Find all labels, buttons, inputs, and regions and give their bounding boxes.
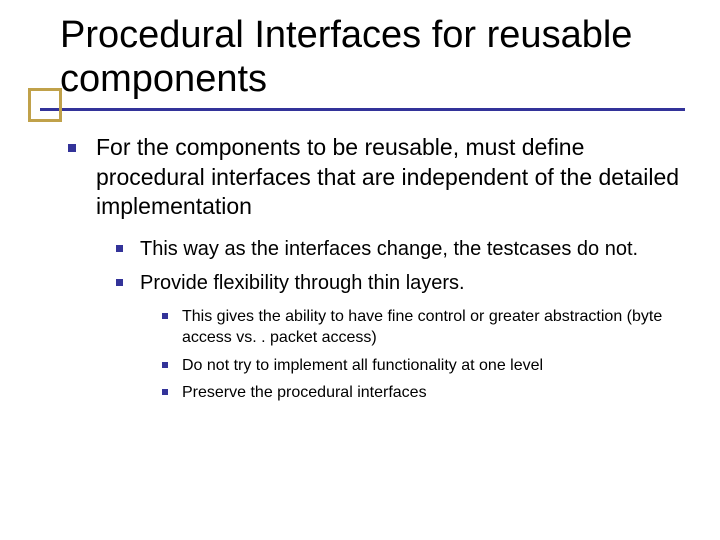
slide-title: Procedural Interfaces for reusable compo… — [60, 14, 690, 101]
bullet-list-level1: For the components to be reusable, must … — [68, 133, 680, 404]
list-item: This gives the ability to have fine cont… — [162, 306, 680, 349]
bullet-text: Do not try to implement all functionalit… — [182, 357, 543, 374]
list-item: Provide flexibility through thin layers.… — [116, 270, 680, 404]
list-item: Preserve the procedural interfaces — [162, 382, 680, 404]
title-block: Procedural Interfaces for reusable compo… — [0, 0, 720, 101]
square-bullet-icon — [162, 313, 168, 319]
list-item: This way as the interfaces change, the t… — [116, 236, 680, 262]
square-bullet-icon — [116, 245, 123, 252]
square-bullet-icon — [162, 362, 168, 368]
bullet-text: For the components to be reusable, must … — [96, 134, 679, 219]
square-bullet-icon — [116, 279, 123, 286]
list-item: For the components to be reusable, must … — [68, 133, 680, 404]
bullet-text: This way as the interfaces change, the t… — [140, 238, 638, 260]
title-underline — [40, 108, 685, 111]
square-bullet-icon — [68, 144, 76, 152]
title-accent-square — [28, 88, 62, 122]
bullet-text: This gives the ability to have fine cont… — [182, 308, 662, 347]
bullet-list-level2: This way as the interfaces change, the t… — [116, 236, 680, 404]
square-bullet-icon — [162, 389, 168, 395]
slide: Procedural Interfaces for reusable compo… — [0, 0, 720, 540]
bullet-list-level3: This gives the ability to have fine cont… — [162, 306, 680, 404]
content-area: For the components to be reusable, must … — [0, 101, 720, 404]
bullet-text: Provide flexibility through thin layers. — [140, 272, 465, 294]
bullet-text: Preserve the procedural interfaces — [182, 384, 427, 401]
list-item: Do not try to implement all functionalit… — [162, 355, 680, 377]
